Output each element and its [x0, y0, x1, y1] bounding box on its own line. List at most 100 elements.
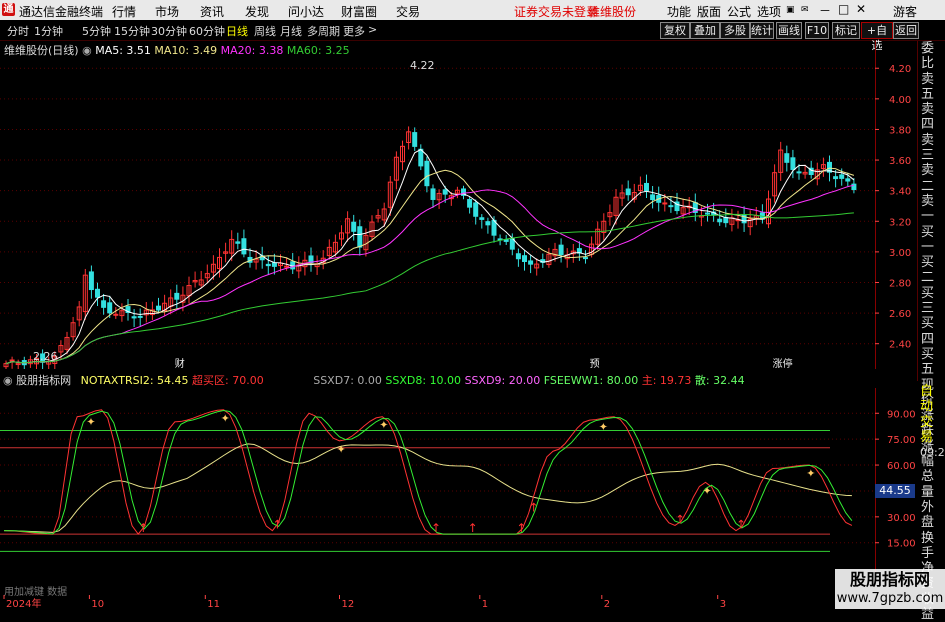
guest-login[interactable]: 游客 — [893, 3, 917, 20]
tf-60min[interactable]: 60分钟 — [189, 23, 225, 39]
quote-label: 买四 — [921, 316, 935, 347]
candle-body — [558, 244, 564, 256]
buy-arrow-icon: ↑ — [529, 500, 539, 514]
candle-body — [839, 174, 845, 179]
kline-chart[interactable]: 财 预 涨停 — [0, 41, 875, 369]
ma10-label: MA10: 3.49 — [154, 44, 218, 57]
profile-icon[interactable]: ▣ — [786, 5, 795, 15]
candle-body — [473, 202, 479, 217]
sell-person-icon: ✦ — [806, 467, 815, 480]
date-tick-label: 3 — [720, 599, 726, 609]
candle-body — [95, 288, 100, 298]
buy-arrow-icon: ↑ — [736, 518, 746, 532]
menu-market[interactable]: 市场 — [155, 3, 179, 20]
tf-intraday[interactable]: 分时 — [7, 23, 29, 39]
quote-label: 买三 — [921, 285, 935, 317]
low-price-label: 2.26 — [33, 350, 58, 363]
indicator-title-bar: ◉ 股朋指标网 NOTAXTRSI2: 54.45 超买区: 70.00 SSX… — [0, 372, 875, 388]
draw-line-button[interactable]: 画线 — [776, 22, 802, 39]
price-tick-label: 2.40 — [889, 340, 911, 351]
close-icon[interactable]: ✕ — [856, 2, 866, 16]
tf-more[interactable]: 更多 — [343, 23, 365, 39]
candle-body — [113, 313, 119, 316]
indicator-panel[interactable]: ↑ ↑ ↑ ↑ ↑ ↑ ↑ ↑ ✦ ✦ ✦ ✦ ✦ ✦ ✦ 用加减键 数据 — [0, 388, 875, 598]
candle-body — [156, 305, 161, 311]
help-icon[interactable]: ✉ — [801, 5, 809, 15]
menu-ask-xiaoda[interactable]: 问小达 — [288, 3, 324, 20]
restore-icon[interactable]: □ — [838, 2, 849, 16]
stock-name-link[interactable]: 维维股份 — [588, 3, 636, 20]
event-marker: 财 — [175, 357, 185, 369]
quote-label: 买二 — [921, 255, 935, 286]
tf-5min[interactable]: 5分钟 — [82, 23, 111, 39]
menu-market-quotes[interactable]: 行情 — [112, 3, 136, 20]
multi-stock-button[interactable]: 多股 — [720, 22, 750, 39]
trade-login-warning[interactable]: 证券交易未登录 — [514, 3, 598, 20]
indicator-tick-label: 60.00 — [887, 461, 916, 472]
candle-body — [851, 183, 857, 191]
candle-body — [784, 153, 790, 163]
menu-discover[interactable]: 发现 — [245, 3, 269, 20]
candle-body — [705, 212, 710, 215]
ssxd7-label: SSXD7: 0.00 — [313, 374, 382, 387]
current-value-badge: 44.55 — [875, 484, 915, 498]
menu-trade[interactable]: 交易 — [396, 3, 420, 20]
ssxd8-label: SSXD8: 10.00 — [385, 374, 462, 387]
settings-icon[interactable]: ◉ — [82, 44, 92, 57]
candle-body — [833, 176, 839, 180]
auto-label[interactable]: 自动 — [917, 384, 945, 415]
indicator-side-panel: 自动 交易 09:25 — [917, 384, 945, 459]
indicator-chart[interactable]: ↑ ↑ ↑ ↑ ↑↑↑ ↑✦ ✦✦✦ ✦✦✦ — [0, 388, 875, 573]
chevron-right-icon[interactable]: > — [368, 23, 377, 36]
tf-weekly[interactable]: 周线 — [254, 23, 276, 39]
trade-label[interactable]: 交易 — [917, 415, 945, 446]
candle-body — [424, 160, 430, 187]
tf-1min[interactable]: 1分钟 — [34, 23, 63, 39]
date-tick-label: 2024年 — [6, 597, 41, 609]
tf-15min[interactable]: 15分钟 — [114, 23, 150, 39]
minimize-icon[interactable]: － — [819, 2, 831, 19]
price-tick-label: 4.20 — [889, 64, 911, 75]
price-tick-label: 2.80 — [889, 278, 911, 289]
buy-arrow-icon: ↑ — [675, 512, 685, 526]
f10-button[interactable]: F10 — [805, 22, 829, 39]
sell-person-icon: ✦ — [337, 443, 346, 456]
tf-30min[interactable]: 30分钟 — [151, 23, 187, 39]
menu-news[interactable]: 资讯 — [200, 3, 224, 20]
menu-formula[interactable]: 公式 — [727, 3, 751, 20]
quote-label: 买一 — [921, 224, 935, 255]
menu-wealth-circle[interactable]: 财富圈 — [341, 3, 377, 20]
menu-options[interactable]: 选项 — [757, 3, 781, 20]
tf-daily[interactable]: 日线 — [226, 23, 248, 39]
tf-monthly[interactable]: 月线 — [280, 23, 302, 39]
settings-icon[interactable]: ◉ — [3, 374, 13, 387]
price-tick-label: 3.60 — [889, 156, 911, 167]
kline-panel[interactable]: 财 预 涨停 维维股份(日线) ◉ MA5: 3.51 MA10: 3.49 MA2… — [0, 41, 875, 369]
indicator-name[interactable]: 股朋指标网 — [16, 374, 71, 387]
quote-label: 卖一 — [921, 193, 935, 225]
back-button[interactable]: 返回 — [893, 22, 919, 39]
sell-person-icon: ✦ — [379, 419, 388, 432]
adjust-button[interactable]: 复权 — [660, 22, 690, 39]
candle-body — [265, 263, 271, 267]
overlay-button[interactable]: 叠加 — [690, 22, 720, 39]
ma5-label: MA5: 3.51 — [95, 44, 151, 57]
date-tick-label: 11 — [207, 599, 220, 609]
app-title: 通达信金融终端 — [19, 5, 104, 19]
candle-body — [845, 178, 851, 182]
fseeww1-label: FSEEWW1: 80.00 — [543, 374, 639, 387]
add-favorite-button[interactable]: +自选 — [861, 22, 893, 52]
quote-label: 买五 — [921, 346, 935, 378]
menu-layout[interactable]: 版面 — [697, 3, 721, 20]
tf-multi[interactable]: 多周期 — [307, 23, 340, 39]
menu-functions[interactable]: 功能 — [667, 3, 691, 20]
price-scale: 4.20 4.00 3.80 3.60 3.40 3.20 3.00 2.80 2.60 2.40 — [875, 41, 917, 369]
high-price-label: 4.22 — [410, 59, 435, 72]
date-tick-label: 2 — [604, 599, 610, 609]
candle-body — [137, 315, 143, 318]
price-tick-label: 2.60 — [889, 309, 911, 320]
stats-button[interactable]: 统计 — [750, 22, 774, 39]
mark-button[interactable]: 标记 — [832, 22, 860, 39]
date-tick-label: 12 — [342, 599, 355, 609]
candle-body — [442, 189, 448, 195]
